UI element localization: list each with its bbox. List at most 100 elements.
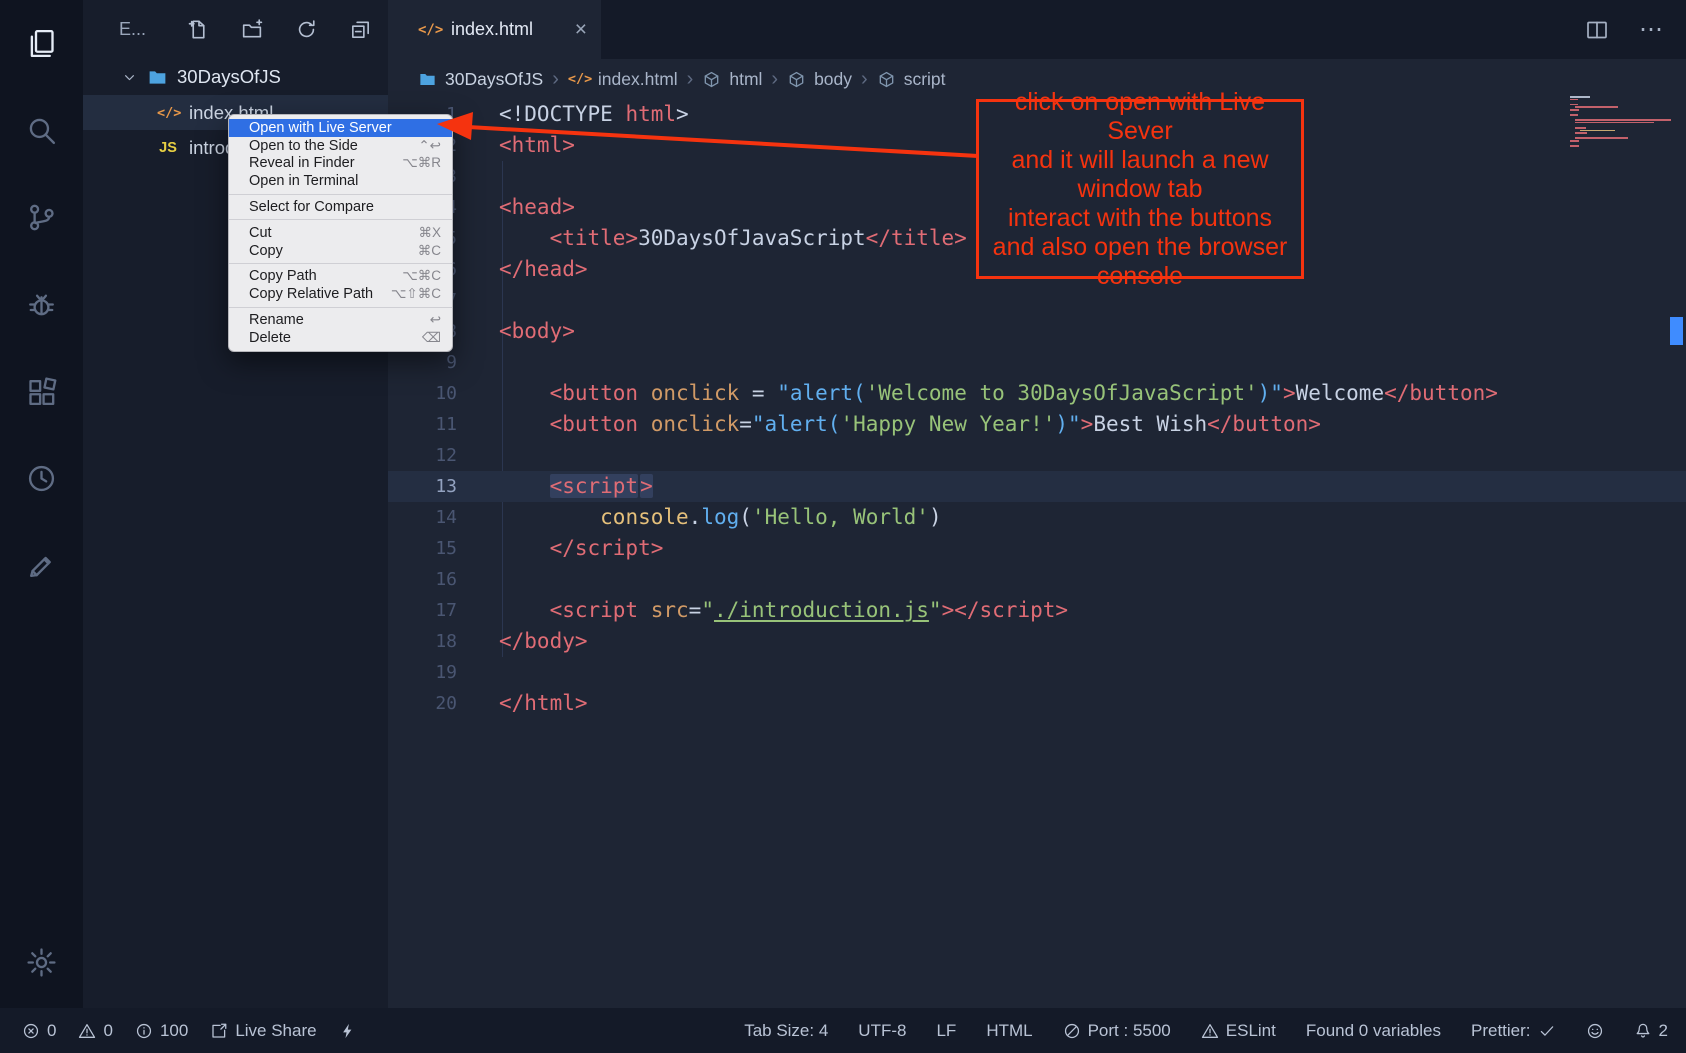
status-notifications[interactable]: 2 <box>1634 1021 1668 1041</box>
status-eol[interactable]: LF <box>936 1021 956 1041</box>
menu-item-shortcut: ⌘X <box>418 225 441 241</box>
share-icon <box>210 1022 228 1040</box>
status-info-count[interactable]: 100 <box>135 1021 188 1041</box>
status-tab-size[interactable]: Tab Size: 4 <box>744 1021 828 1041</box>
split-editor-icon[interactable] <box>1585 18 1609 42</box>
minimap-line <box>1570 104 1578 106</box>
code-line-20[interactable]: 20</html> <box>388 688 1686 719</box>
menu-item-copy[interactable]: Copy⌘C <box>229 242 452 260</box>
status-bar: 0 0 100 Live Share Tab Size: 4 UTF-8 LF HTML Po… <box>0 1008 1686 1053</box>
breadcrumb-html[interactable]: html <box>702 69 762 90</box>
sidebar-title: E... <box>119 19 146 40</box>
minimap[interactable] <box>1570 96 1668 148</box>
code-line-8[interactable]: 8<body> <box>388 316 1686 347</box>
close-icon[interactable]: × <box>575 18 587 42</box>
menu-item-open-with-live-server[interactable]: Open with Live Server <box>229 119 452 137</box>
activity-history[interactable] <box>0 435 83 522</box>
code-line-16[interactable]: 16 <box>388 564 1686 595</box>
split-icon <box>1585 18 1609 42</box>
breadcrumb-script[interactable]: script <box>877 69 946 90</box>
menu-item-copy-relative-path[interactable]: Copy Relative Path⌥⇧⌘C <box>229 285 452 303</box>
new-folder-button[interactable] <box>241 18 264 41</box>
breadcrumb-30DaysOfJS[interactable]: 30DaysOfJS <box>418 69 543 90</box>
menu-item-shortcut: ⌃↩ <box>418 138 441 154</box>
editor-actions: ⋯ <box>1585 0 1686 59</box>
menu-item-delete[interactable]: Delete⌫ <box>229 329 452 347</box>
search-icon <box>25 114 58 147</box>
new-file-button[interactable] <box>187 18 210 41</box>
status-language-mode[interactable]: HTML <box>986 1021 1032 1041</box>
code-line-13[interactable]: 13 <script> <box>388 471 1686 502</box>
minimap-line <box>1575 119 1671 121</box>
activity-manage[interactable] <box>0 919 83 1006</box>
status-errors[interactable]: 0 <box>22 1021 56 1041</box>
tree-root-folder[interactable]: 30DaysOfJS <box>83 59 388 95</box>
code-line-11[interactable]: 11 <button onclick="alert('Happy New Yea… <box>388 409 1686 440</box>
activity-feedback-pen[interactable] <box>0 522 83 609</box>
menu-item-shortcut: ⌘C <box>418 243 441 259</box>
breadcrumb-label: html <box>729 69 762 90</box>
menu-item-rename[interactable]: Rename↩ <box>229 311 452 329</box>
activity-explorer[interactable] <box>0 0 83 87</box>
status-encoding-label: UTF-8 <box>858 1021 906 1041</box>
menu-item-open-to-the-side[interactable]: Open to the Side⌃↩ <box>229 137 452 155</box>
code-line-10[interactable]: 10 <button onclick = "alert('Welcome to … <box>388 378 1686 409</box>
status-warnings[interactable]: 0 <box>78 1021 112 1041</box>
activity-source-control[interactable] <box>0 174 83 261</box>
menu-item-cut[interactable]: Cut⌘X <box>229 224 452 242</box>
activity-run-debug[interactable] <box>0 261 83 348</box>
sidebar-header: E... <box>83 0 388 59</box>
folder-icon <box>418 70 437 89</box>
context-menu: Open with Live ServerOpen to the Side⌃↩R… <box>228 114 453 352</box>
line-number: 16 <box>388 564 457 595</box>
activity-extensions[interactable] <box>0 348 83 435</box>
breadcrumb-body[interactable]: body <box>787 69 852 90</box>
new-folder-icon <box>241 18 264 41</box>
status-right: Tab Size: 4 UTF-8 LF HTML Port : 5500 ESLint F… <box>744 1021 1668 1041</box>
check-icon <box>1538 1022 1556 1040</box>
code-line-17[interactable]: 17 <script src="./introduction.js"></scr… <box>388 595 1686 626</box>
code-line-14[interactable]: 14 console.log('Hello, World') <box>388 502 1686 533</box>
refresh-explorer-button[interactable] <box>295 18 318 41</box>
code-line-15[interactable]: 15 </script> <box>388 533 1686 564</box>
error-icon <box>22 1022 40 1040</box>
line-number: 14 <box>388 502 457 533</box>
menu-item-copy-path[interactable]: Copy Path⌥⌘C <box>229 268 452 286</box>
minimap-line <box>1570 109 1579 111</box>
status-feedback-smiley[interactable] <box>1586 1022 1604 1040</box>
breadcrumb-index.html[interactable]: </>index.html <box>568 69 678 90</box>
status-variables-label: Found 0 variables <box>1306 1021 1441 1041</box>
smiley-icon <box>1586 1022 1604 1040</box>
code-line-text: <button onclick = "alert('Welcome to 30D… <box>499 378 1498 409</box>
status-info-count-label: 100 <box>160 1021 188 1041</box>
cube-icon <box>877 70 896 89</box>
status-notifications-label: 2 <box>1659 1021 1668 1041</box>
menu-separator <box>229 263 452 264</box>
code-line-text: </body> <box>499 626 588 657</box>
status-live-share[interactable]: Live Share <box>210 1021 316 1041</box>
menu-item-label: Copy Relative Path <box>249 286 373 302</box>
code-line-12[interactable]: 12 <box>388 440 1686 471</box>
status-encoding[interactable]: UTF-8 <box>858 1021 906 1041</box>
line-number: 18 <box>388 626 457 657</box>
bolt-icon <box>339 1022 357 1040</box>
tab-index-html[interactable]: </> index.html × <box>388 0 601 59</box>
activity-search[interactable] <box>0 87 83 174</box>
menu-item-reveal-in-finder[interactable]: Reveal in Finder⌥⌘R <box>229 155 452 173</box>
status-eslint[interactable]: ESLint <box>1201 1021 1276 1041</box>
code-line-18[interactable]: 18 </body> <box>388 626 1686 657</box>
menu-separator <box>229 219 452 220</box>
cube-icon <box>787 70 806 89</box>
chevdown-icon <box>121 69 138 86</box>
status-live-server-port[interactable]: Port : 5500 <box>1063 1021 1171 1041</box>
status-variables[interactable]: Found 0 variables <box>1306 1021 1441 1041</box>
menu-item-open-in-terminal[interactable]: Open in Terminal <box>229 172 452 190</box>
code-line-19[interactable]: 19 <box>388 657 1686 688</box>
code-line-9[interactable]: 9 <box>388 347 1686 378</box>
status-prettier[interactable]: Prettier: <box>1471 1021 1556 1041</box>
more-actions-icon[interactable]: ⋯ <box>1639 15 1664 44</box>
menu-item-select-for-compare[interactable]: Select for Compare <box>229 198 452 216</box>
code-line-text: <script> <box>499 471 653 502</box>
status-quick-action[interactable] <box>339 1022 357 1040</box>
collapse-folders-button[interactable] <box>349 18 372 41</box>
